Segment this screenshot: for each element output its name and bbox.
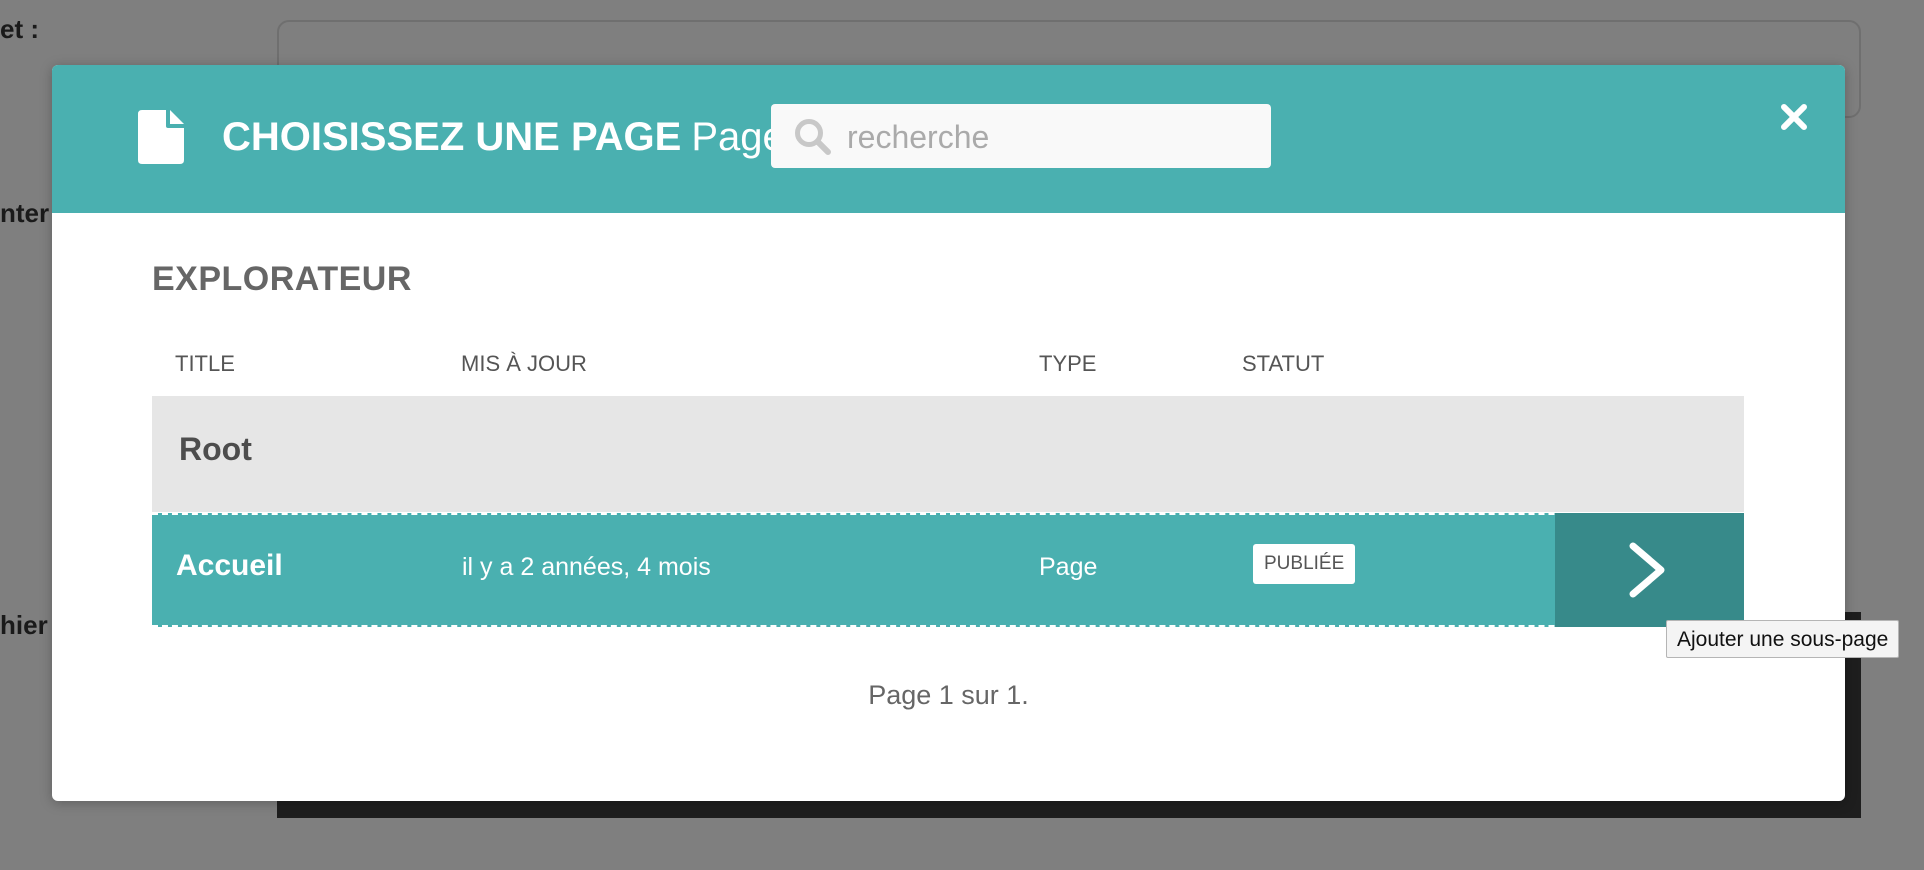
page-icon [138,110,184,164]
column-header-type: TYPE [1039,351,1097,376]
status-badge: PUBLIÉE [1253,544,1356,584]
bg-label-2: nter [0,198,50,228]
add-subpage-button[interactable] [1555,513,1744,627]
modal-header: CHOISISSEZ UNE PAGE Page [52,65,1845,213]
table-row[interactable]: Accueil il y a 2 années, 4 mois Page PUB… [152,513,1744,627]
pagination-text: Page 1 sur 1. [868,680,1029,710]
search-box[interactable] [771,104,1271,170]
modal-title-strong: CHOISISSEZ UNE PAGE [222,115,682,159]
column-header-title: TITLE [175,351,235,376]
row-updated: il y a 2 années, 4 mois [462,553,711,581]
bg-label-3: hier [0,610,48,640]
choose-page-modal: CHOISISSEZ UNE PAGEPage EXPLORATEUR TITL… [52,65,1845,801]
close-icon[interactable] [1774,97,1814,137]
bg-label-1: et : [0,14,39,44]
column-header-status: STATUT [1242,351,1325,376]
column-header-updated: MIS À JOUR [461,351,587,376]
section-title: EXPLORATEUR [152,260,412,298]
root-row: Root [152,396,1744,512]
row-type: Page [1039,553,1098,581]
row-title: Accueil [176,549,283,582]
search-icon [795,119,831,155]
tooltip: Ajouter une sous-page [1666,620,1900,658]
modal-title: CHOISISSEZ UNE PAGE Page [222,109,785,165]
chevron-right-icon [1629,542,1665,598]
search-input[interactable] [845,104,1259,170]
root-row-title: Root [179,431,252,467]
